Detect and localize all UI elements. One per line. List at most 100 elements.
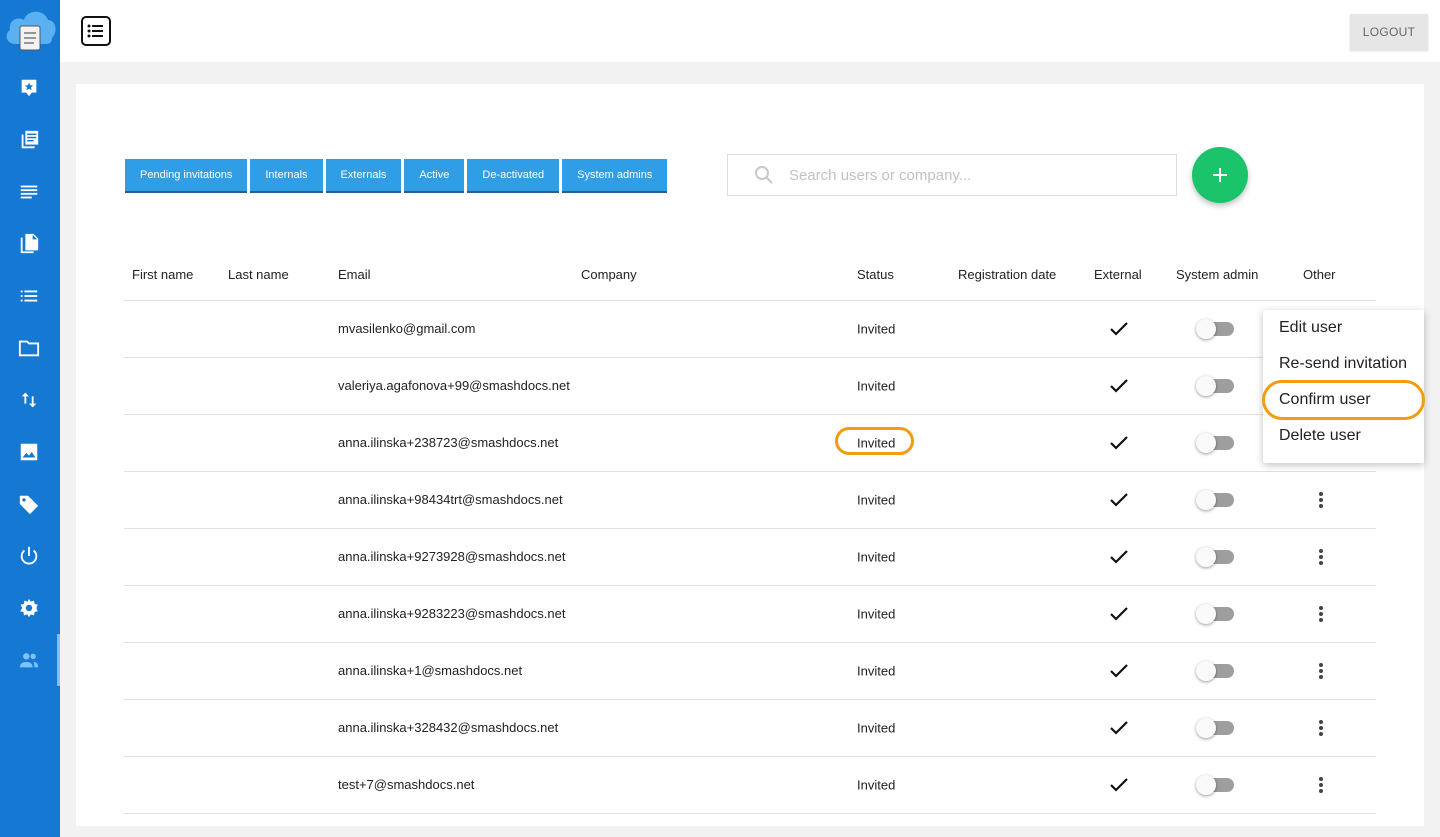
sidebar-item-folder[interactable] (0, 322, 58, 374)
tab-deactivated[interactable]: De-activated (467, 159, 560, 193)
column-header-status[interactable]: Status (857, 267, 894, 282)
sidebar-item-users[interactable] (0, 634, 60, 686)
status-cell: Invited (857, 378, 896, 394)
sidebar-item-settings[interactable] (0, 582, 58, 634)
checkmark-icon (1110, 550, 1128, 564)
email-cell: anna.ilinska+1@smashdocs.net (338, 663, 523, 678)
list-view-icon (87, 24, 103, 38)
system-admin-toggle[interactable] (1196, 489, 1236, 511)
sidebar-item-power[interactable] (0, 530, 58, 582)
column-header-system-admin[interactable]: System admin (1176, 267, 1258, 282)
status-cell: Invited (857, 492, 896, 508)
tab-externals[interactable]: Externals (325, 159, 402, 193)
tag-icon (19, 495, 39, 515)
sidebar-item-tag[interactable] (0, 478, 58, 530)
column-header-other[interactable]: Other (1303, 267, 1336, 282)
more-vertical-icon (1319, 777, 1323, 793)
system-admin-toggle[interactable] (1196, 774, 1236, 796)
more-vertical-icon (1319, 606, 1323, 622)
column-header-company[interactable]: Company (581, 267, 637, 282)
status-cell: Invited (857, 606, 896, 622)
toggle-knob (1196, 604, 1216, 624)
sidebar-item-list[interactable] (0, 270, 58, 322)
email-cell: valeriya.agafonova+99@smashdocs.net (338, 378, 570, 393)
tab-internals[interactable]: Internals (250, 159, 323, 193)
toggle-knob (1196, 547, 1216, 567)
system-admin-toggle[interactable] (1196, 603, 1236, 625)
star-badge-icon (21, 79, 37, 97)
more-options-button[interactable] (1309, 602, 1333, 626)
sidebar-item-copy[interactable] (0, 218, 58, 270)
cloud-document-logo-icon[interactable] (4, 4, 56, 54)
table-row: anna.ilinska+98434trt@smashdocs.net Invit… (124, 472, 1376, 529)
table-row: anna.ilinska+328432@smashdocs.net Invited (124, 700, 1376, 757)
sidebar-item-text[interactable] (0, 166, 58, 218)
email-cell: anna.ilinska+9273928@smashdocs.net (338, 549, 566, 564)
email-cell: anna.ilinska+328432@smashdocs.net (338, 720, 559, 735)
plus-icon (1213, 168, 1227, 182)
checkmark-icon (1110, 778, 1128, 792)
system-admin-toggle[interactable] (1196, 717, 1236, 739)
status-cell: Invited (857, 720, 896, 736)
toggle-knob (1196, 661, 1216, 681)
search-input[interactable] (789, 166, 1169, 184)
more-options-button[interactable] (1309, 488, 1333, 512)
system-admin-toggle[interactable] (1196, 432, 1236, 454)
table-row: mvasilenko@gmail.com Invited (124, 301, 1376, 358)
more-vertical-icon (1319, 492, 1323, 508)
sidebar-item-documents[interactable] (0, 114, 58, 166)
menu-toggle-button[interactable] (81, 16, 111, 46)
status-cell: Invited (857, 663, 896, 679)
tab-active[interactable]: Active (404, 159, 465, 193)
more-vertical-icon (1319, 720, 1323, 736)
column-header-registration-date[interactable]: Registration date (958, 267, 1056, 282)
sort-arrows-icon (21, 392, 37, 408)
more-options-button[interactable] (1309, 545, 1333, 569)
tab-system-admins[interactable]: System admins (562, 159, 668, 193)
more-options-button[interactable] (1309, 659, 1333, 683)
toggle-knob (1196, 490, 1216, 510)
more-options-button[interactable] (1309, 773, 1333, 797)
system-admin-toggle[interactable] (1196, 375, 1236, 397)
menu-item-edit-user[interactable]: Edit user (1263, 310, 1424, 346)
column-header-external[interactable]: External (1094, 267, 1142, 282)
users-table: First name Last name Email Company Statu… (124, 244, 1376, 814)
sidebar-item-star-badge[interactable] (0, 62, 58, 114)
sidebar (0, 0, 60, 837)
column-header-first-name[interactable]: First name (132, 267, 193, 282)
column-header-email[interactable]: Email (338, 267, 371, 282)
email-cell: anna.ilinska+238723@smashdocs.net (338, 435, 559, 450)
table-row: anna.ilinska+9283223@smashdocs.net Invite… (124, 586, 1376, 643)
sidebar-item-image[interactable] (0, 426, 58, 478)
checkmark-icon (1110, 664, 1128, 678)
search-icon (755, 166, 773, 184)
column-header-last-name[interactable]: Last name (228, 267, 289, 282)
sidebar-item-sort[interactable] (0, 374, 58, 426)
toggle-knob (1196, 319, 1216, 339)
toggle-knob (1196, 433, 1216, 453)
status-highlight (835, 427, 914, 455)
toggle-knob (1196, 376, 1216, 396)
folder-icon (18, 340, 40, 357)
menu-item-delete-user[interactable]: Delete user (1263, 418, 1424, 454)
gear-icon (20, 598, 38, 618)
filter-tabs: Pending invitations Internals Externals … (125, 159, 668, 193)
users-icon (19, 653, 39, 668)
tab-pending-invitations[interactable]: Pending invitations (125, 159, 248, 193)
logout-button[interactable]: LOGOUT (1350, 14, 1428, 50)
top-bar: LOGOUT (60, 0, 1440, 62)
table-row: anna.ilinska+9273928@smashdocs.net Invite… (124, 529, 1376, 586)
menu-item-resend-invitation[interactable]: Re-send invitation (1263, 346, 1424, 382)
copy-icon (20, 233, 39, 254)
power-icon (20, 546, 38, 565)
system-admin-toggle[interactable] (1196, 318, 1236, 340)
image-icon (20, 443, 38, 461)
table-row: anna.ilinska+238723@smashdocs.net Invited (124, 415, 1376, 472)
add-user-button[interactable] (1192, 147, 1248, 203)
checkmark-icon (1110, 322, 1128, 336)
system-admin-toggle[interactable] (1196, 546, 1236, 568)
table-header: First name Last name Email Company Statu… (124, 244, 1376, 301)
more-options-button[interactable] (1309, 716, 1333, 740)
list-icon (20, 290, 38, 302)
system-admin-toggle[interactable] (1196, 660, 1236, 682)
